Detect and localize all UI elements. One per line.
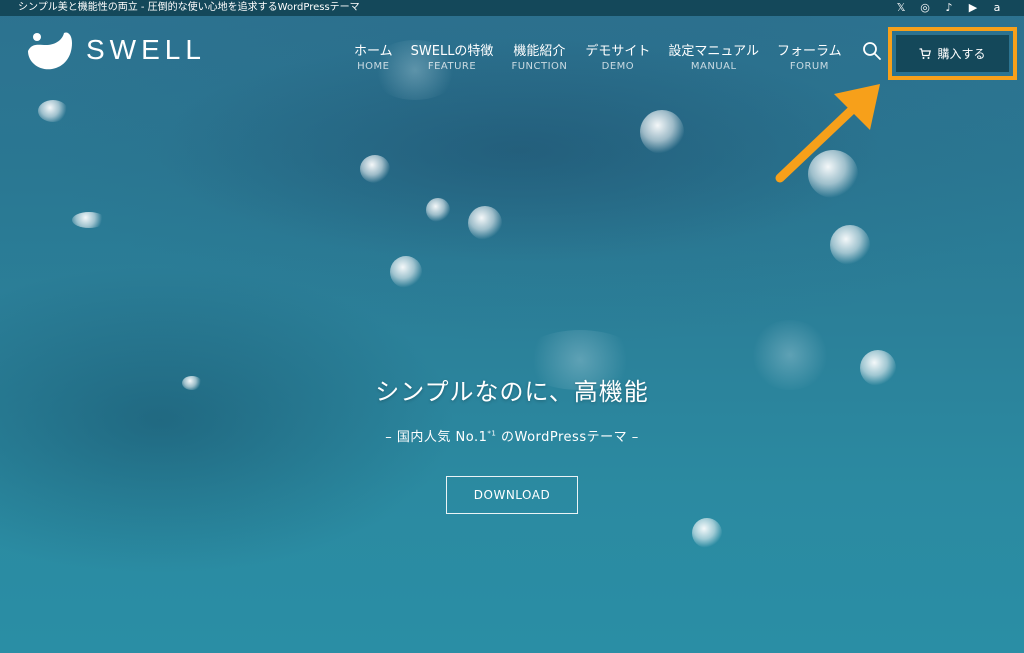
- nav-item-manual[interactable]: 設定マニュアル MANUAL: [668, 40, 759, 72]
- nav-item-forum[interactable]: フォーラム FORUM: [777, 40, 842, 72]
- hero-subtitle: – 国内人気 No.1*1 のWordPressテーマ –: [0, 426, 1024, 445]
- nav-label-jp: 機能紹介: [513, 44, 566, 59]
- nav-label-jp: 設定マニュアル: [668, 44, 760, 59]
- nav-label-en: FEATURE: [427, 61, 477, 72]
- buy-button-label: 購入する: [937, 47, 986, 61]
- search-icon[interactable]: [862, 41, 882, 61]
- arrow-annotation-icon: [775, 84, 880, 183]
- nav-item-function[interactable]: 機能紹介 FUNCTION: [511, 40, 567, 72]
- nav-item-home[interactable]: ホーム HOME: [354, 40, 393, 72]
- nav-label-en: FORUM: [789, 61, 829, 72]
- site-tagline: シンプル美と機能性の両立 - 圧倒的な使い心地を追求するWordPressテーマ: [18, 2, 360, 13]
- download-button[interactable]: DOWNLOAD: [446, 476, 578, 514]
- nav-label-jp: ホーム: [354, 44, 393, 59]
- swell-logo-icon: [28, 32, 72, 70]
- youtube-icon[interactable]: ▶: [966, 0, 980, 16]
- tiktok-icon[interactable]: ♪: [942, 0, 956, 16]
- nav-label-en: FUNCTION: [511, 61, 568, 72]
- nav-label-en: MANUAL: [690, 61, 737, 72]
- amazon-icon[interactable]: a: [990, 0, 1004, 16]
- social-links: 𝕏 ◎ ♪ ▶ a: [894, 0, 1004, 16]
- nav-label-jp: フォーラム: [777, 44, 842, 59]
- nav-label-jp: デモサイト: [585, 44, 651, 59]
- top-bar: シンプル美と機能性の両立 - 圧倒的な使い心地を追求するWordPressテーマ…: [0, 0, 1024, 16]
- hero-title: シンプルなのに、高機能: [375, 378, 649, 406]
- nav-item-demo[interactable]: デモサイト DEMO: [585, 40, 650, 72]
- main-nav: ホーム HOME SWELLの特徴 FEATURE 機能紹介 FUNCTION …: [354, 40, 860, 72]
- hero-subtitle-text: – 国内人気 No.1: [385, 430, 488, 445]
- footnote-mark: *1: [487, 429, 497, 438]
- site-logo[interactable]: SWELL: [24, 29, 206, 71]
- instagram-icon[interactable]: ◎: [918, 0, 932, 16]
- x-icon[interactable]: 𝕏: [894, 0, 908, 16]
- nav-label-en: DEMO: [601, 61, 635, 72]
- nav-label-jp: SWELLの特徴: [410, 44, 494, 59]
- cart-icon: [919, 47, 932, 59]
- logo-text: SWELL: [86, 34, 206, 65]
- buy-button[interactable]: 購入する: [896, 35, 1009, 72]
- nav-item-feature[interactable]: SWELLの特徴 FEATURE: [411, 40, 494, 72]
- nav-label-en: HOME: [357, 61, 390, 72]
- hero-subtitle-text: のWordPressテーマ –: [496, 430, 639, 445]
